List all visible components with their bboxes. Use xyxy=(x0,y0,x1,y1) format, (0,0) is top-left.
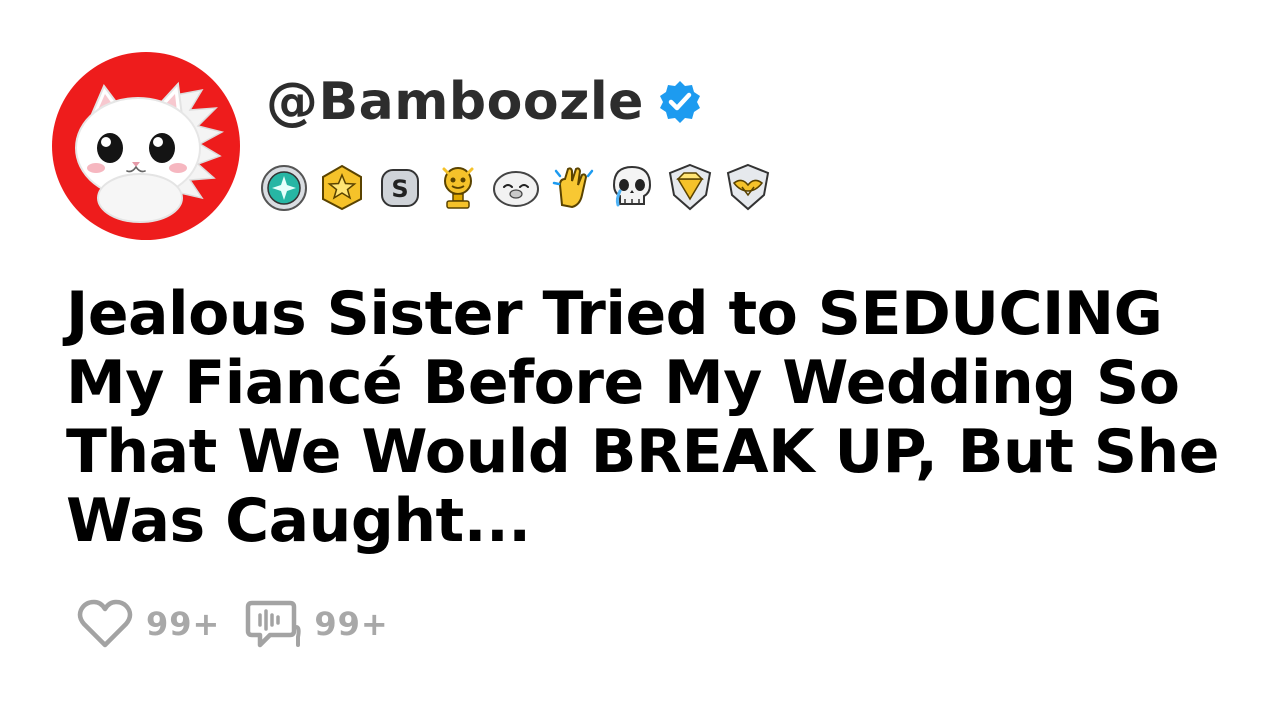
star-badge-icon[interactable] xyxy=(316,161,368,213)
silver-s-badge-icon[interactable]: S xyxy=(374,161,426,213)
gold-trophy-icon[interactable] xyxy=(432,161,484,213)
comment-button[interactable]: 99+ xyxy=(244,597,388,651)
cat-avatar-icon xyxy=(75,81,225,223)
avatar[interactable] xyxy=(52,52,240,240)
post-title: Jealous Sister Tried to SEDUCING My Fian… xyxy=(66,279,1219,556)
crying-skull-icon[interactable] xyxy=(606,161,658,213)
gem-badge-icon[interactable] xyxy=(258,161,310,213)
heart-icon xyxy=(77,599,133,648)
clapping-hands-icon[interactable] xyxy=(548,161,600,213)
username[interactable]: @Bamboozle xyxy=(266,70,644,134)
diamond-shield-icon[interactable] xyxy=(664,161,716,213)
username-row: @Bamboozle xyxy=(266,70,704,134)
comment-icon xyxy=(246,600,301,648)
award-badges: S xyxy=(258,160,774,214)
wings-shield-icon[interactable] xyxy=(722,161,774,213)
like-button[interactable]: 99+ xyxy=(76,597,220,651)
comment-count: 99+ xyxy=(314,605,389,643)
like-count: 99+ xyxy=(146,605,221,643)
seal-face-icon[interactable] xyxy=(490,161,542,213)
verified-badge-icon xyxy=(659,81,700,123)
post-stats: 99+ 99+ xyxy=(76,594,389,654)
svg-text:S: S xyxy=(391,175,408,203)
